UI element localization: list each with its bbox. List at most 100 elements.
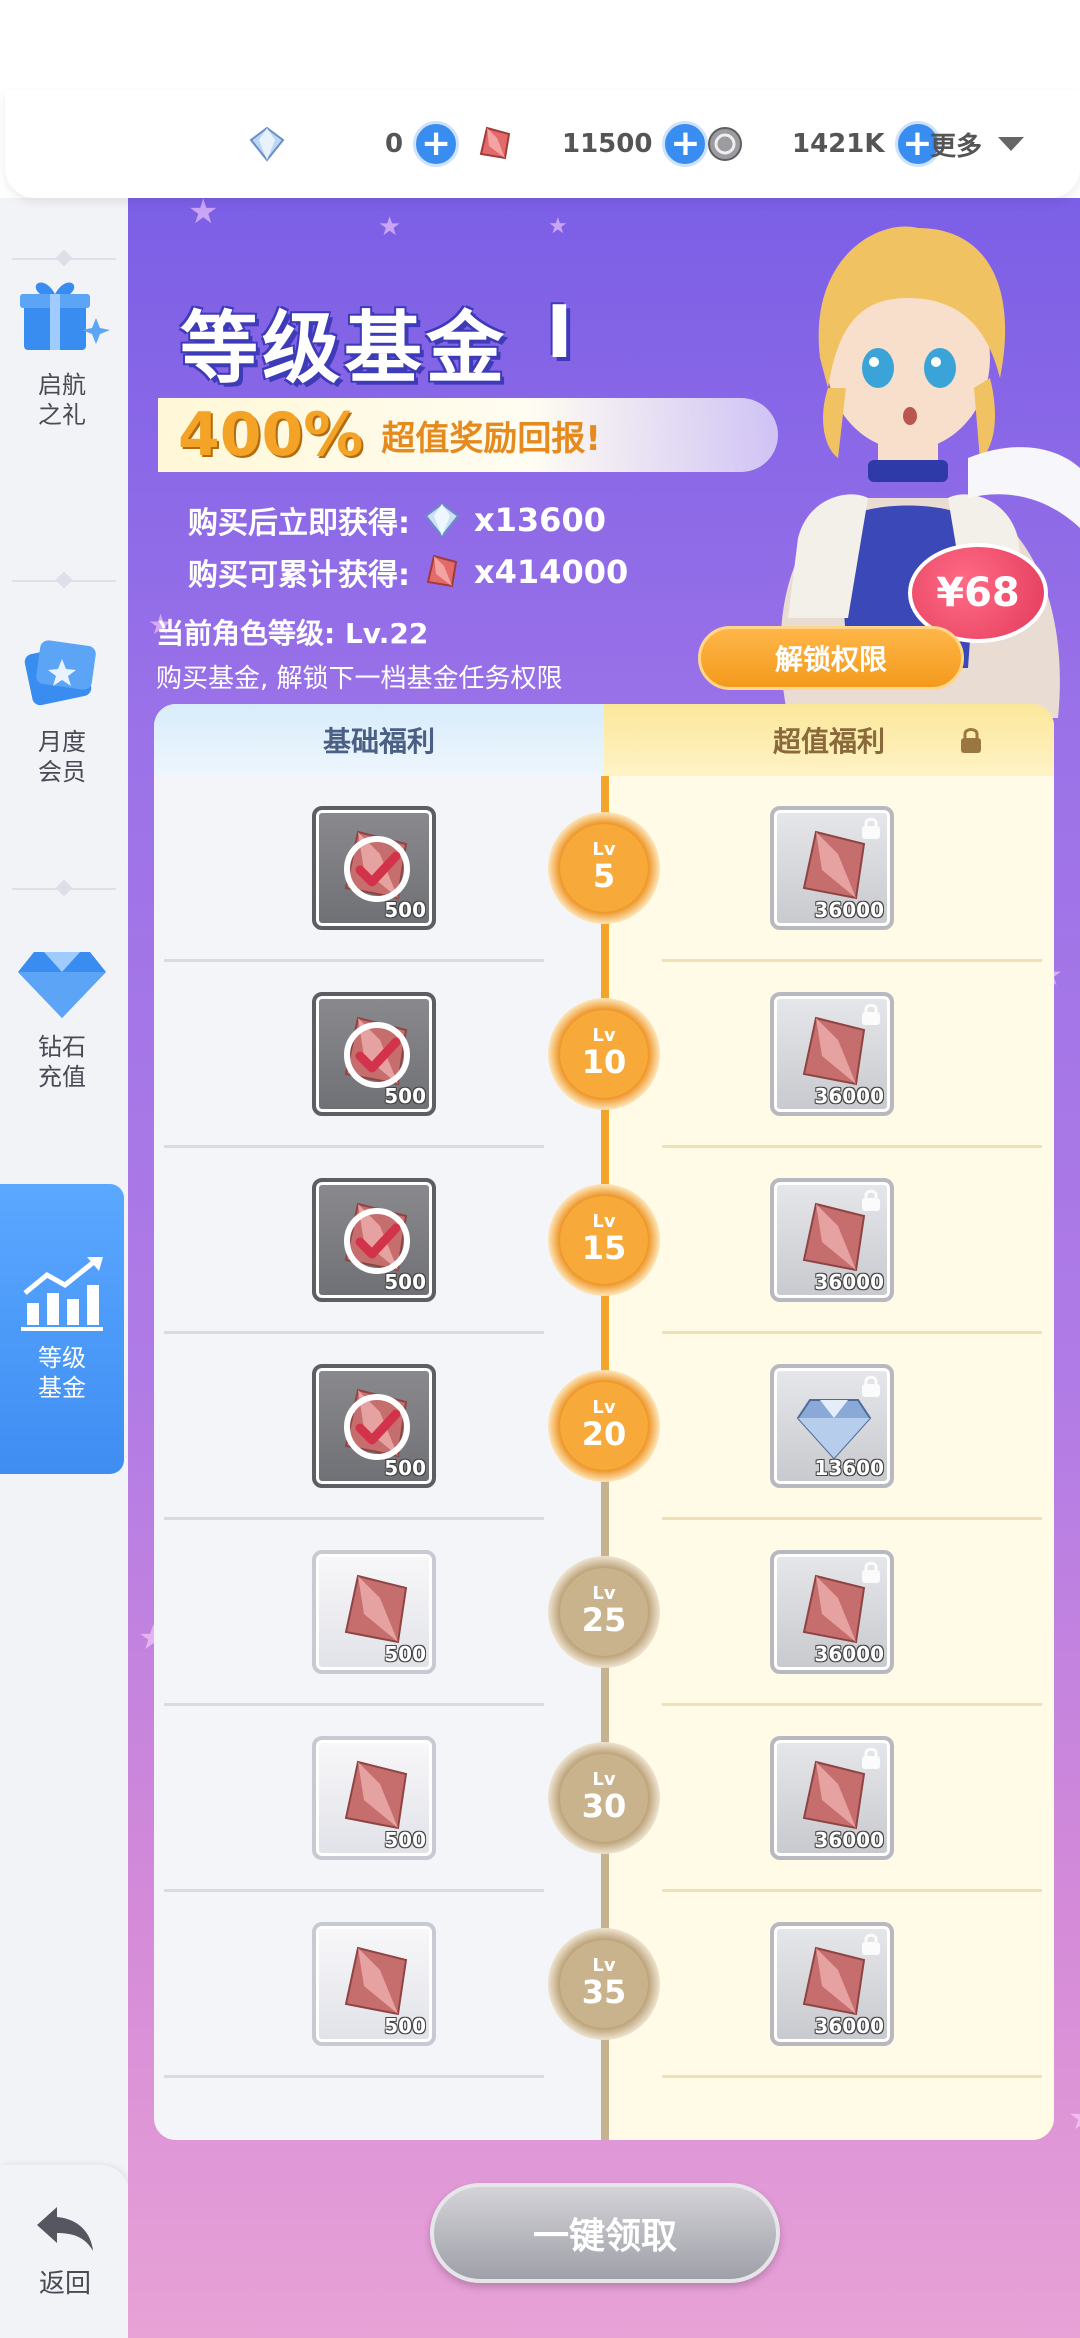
total-gain-amount: x414000	[474, 553, 629, 591]
more-menu[interactable]: 更多	[930, 90, 1026, 198]
level-badge-number: 15	[581, 1229, 627, 1268]
diamond-icon	[18, 952, 106, 1018]
premium-reward-qty: 13600	[814, 1456, 884, 1480]
sidebar-divider	[12, 580, 116, 582]
level-badge-number: 30	[581, 1787, 627, 1826]
sidebar-item-launch-gift[interactable]: 启航之礼	[0, 198, 124, 498]
basic-reward-item[interactable]: 500	[312, 1736, 436, 1860]
crystal-count: 11500	[562, 129, 653, 159]
sidebar-divider	[12, 888, 116, 890]
red-crystal-icon	[344, 1574, 408, 1644]
diamond-icon	[424, 502, 460, 538]
sidebar-item-label: 等级基金	[38, 1344, 86, 1402]
red-crystal-icon	[344, 1946, 408, 2016]
level-badge: Lv 30	[548, 1742, 660, 1854]
lock-icon	[862, 817, 880, 839]
back-arrow-icon	[37, 2207, 93, 2251]
more-label: 更多	[930, 131, 983, 162]
lock-icon	[862, 1189, 880, 1211]
gift-icon	[20, 282, 110, 350]
premium-reward-item[interactable]: 36000	[770, 806, 894, 930]
lock-icon	[862, 1375, 880, 1397]
level-badge: Lv 15	[548, 1184, 660, 1296]
unlock-hint: 购买基金, 解锁下一档基金任务权限	[156, 664, 563, 694]
premium-reward-qty: 36000	[814, 2014, 884, 2038]
unlock-button[interactable]: 解锁权限	[698, 626, 964, 690]
instant-gain-label: 购买后立即获得:	[188, 506, 410, 541]
diamond-icon	[249, 126, 285, 162]
basic-reward-qty: 500	[384, 1084, 426, 1108]
back-label: 返回	[38, 2269, 91, 2299]
reward-row: 500 Lv 5 36000	[154, 776, 1054, 962]
coin-count: 1421K	[792, 129, 885, 159]
row-divider	[662, 2075, 1042, 2078]
premium-reward-qty: 36000	[814, 1270, 884, 1294]
instant-gain-amount: x13600	[474, 501, 606, 539]
lock-icon	[961, 728, 981, 753]
crystal-count-group: 11500 +	[562, 90, 709, 198]
currency-bar: 0 + 11500 + 1421K + 更多	[5, 90, 1080, 198]
basic-reward-item[interactable]: 500	[312, 1364, 436, 1488]
premium-reward-qty: 36000	[814, 898, 884, 922]
star-decoration: ★	[548, 214, 568, 239]
basic-reward-qty: 500	[384, 2014, 426, 2038]
fund-title: 等级基金	[180, 304, 509, 394]
claimed-check-icon	[344, 1208, 410, 1274]
coin-icon	[708, 127, 742, 161]
premium-header-label: 超值福利	[772, 725, 885, 758]
level-badge: Lv 10	[548, 998, 660, 1110]
lock-icon	[862, 1003, 880, 1025]
premium-reward-item[interactable]: 36000	[770, 1736, 894, 1860]
reward-row: 500 Lv 25 36000	[154, 1520, 1054, 1706]
level-badge-number: 5	[592, 857, 616, 896]
star-decoration: ★	[188, 198, 219, 232]
instant-gain-row: 购买后立即获得: x13600	[188, 498, 606, 542]
premium-reward-item[interactable]: 36000	[770, 1922, 894, 2046]
reward-row: 500 Lv 30 36000	[154, 1706, 1054, 1892]
star-decoration: ★	[378, 212, 402, 242]
red-crystal-icon	[426, 554, 458, 588]
sidebar-item-monthly-member[interactable]: 月度会员	[0, 598, 124, 818]
sidebar-item-level-fund[interactable]: 等级基金	[0, 1184, 124, 1474]
growth-chart-icon	[21, 1257, 103, 1331]
sidebar-divider	[12, 258, 116, 260]
basic-reward-item[interactable]: 500	[312, 1550, 436, 1674]
sidebar-item-diamond-recharge[interactable]: 钻石充值	[0, 908, 124, 1128]
star-decoration: ★	[1068, 2098, 1080, 2138]
claimed-check-icon	[344, 836, 410, 902]
sidebar-item-label: 钻石充值	[38, 1033, 86, 1091]
basic-reward-header: 基础福利	[154, 704, 604, 776]
add-diamond-button[interactable]: +	[413, 121, 460, 167]
return-percent: 400%	[178, 400, 364, 470]
level-fund-panel: ★ ★ ★ ★ ★ ★ ★ 等级基金 Ⅰ 400% 超值奖励回报! 购买后立即获…	[128, 198, 1080, 2338]
coin-count-group: 1421K +	[792, 90, 941, 198]
back-button[interactable]: 返回	[0, 2165, 130, 2338]
basic-reward-item[interactable]: 500	[312, 1922, 436, 2046]
row-divider	[164, 2075, 544, 2078]
basic-reward-item[interactable]: 500	[312, 1178, 436, 1302]
diamond-count: 0	[385, 129, 404, 159]
reward-row: 500 Lv 15 36000	[154, 1148, 1054, 1334]
basic-reward-item[interactable]: 500	[312, 992, 436, 1116]
premium-reward-item[interactable]: 36000	[770, 992, 894, 1116]
diamond-count-group: 0 +	[385, 90, 460, 198]
basic-reward-qty: 500	[384, 898, 426, 922]
red-crystal-icon	[479, 126, 511, 160]
premium-reward-qty: 36000	[814, 1642, 884, 1666]
premium-reward-item[interactable]: 13600	[770, 1364, 894, 1488]
red-crystal-icon	[344, 1760, 408, 1830]
premium-reward-qty: 36000	[814, 1828, 884, 1852]
premium-reward-item[interactable]: 36000	[770, 1550, 894, 1674]
claim-all-button[interactable]: 一键领取	[430, 2183, 780, 2283]
basic-reward-qty: 500	[384, 1456, 426, 1480]
fund-tier: Ⅰ	[546, 290, 573, 374]
chevron-down-icon	[998, 137, 1025, 151]
premium-reward-item[interactable]: 36000	[770, 1178, 894, 1302]
level-badge-number: 35	[581, 1973, 627, 2012]
reward-row: 500 Lv 10 36000	[154, 962, 1054, 1148]
add-crystal-button[interactable]: +	[662, 121, 709, 167]
reward-table: 基础福利 超值福利 500 Lv 5 36000 500 Lv 10 36000 500 Lv 15…	[154, 704, 1054, 2140]
sidebar-item-label: 启航之礼	[38, 371, 86, 429]
lock-icon	[862, 1561, 880, 1583]
basic-reward-item[interactable]: 500	[312, 806, 436, 930]
